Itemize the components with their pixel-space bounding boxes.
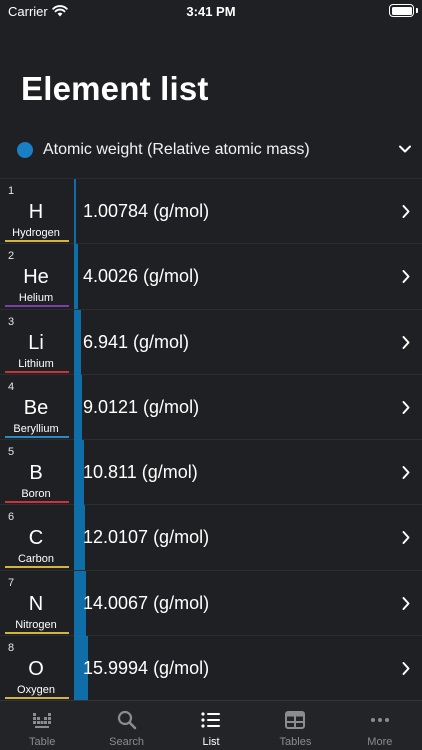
atomic-number: 2 <box>8 250 15 263</box>
more-icon <box>369 709 391 731</box>
chevron-right-icon <box>402 531 410 545</box>
weight-bar <box>74 179 76 244</box>
property-color-dot <box>17 142 33 158</box>
element-symbol-cell: 2 He Helium <box>0 244 72 309</box>
search-icon <box>116 709 138 731</box>
element-symbol: N <box>28 592 44 615</box>
atomic-number: 3 <box>8 315 15 328</box>
category-indicator <box>5 435 69 438</box>
element-row-carbon[interactable]: 6 C Carbon 12.0107 (g/mol) <box>0 505 422 571</box>
category-indicator <box>5 240 69 242</box>
element-symbol-cell: 1 H Hydrogen <box>0 179 72 244</box>
element-list[interactable]: 1 H Hydrogen 1.00784 (g/mol) 2 He Helium 4.0026… <box>0 178 422 700</box>
element-symbol: He <box>23 266 49 289</box>
battery-icon <box>389 4 414 17</box>
status-bar: Carrier 3:41 PM <box>0 0 422 24</box>
chevron-right-icon <box>402 596 410 610</box>
element-row-lithium[interactable]: 3 Li Lithium 6.941 (g/mol) <box>0 309 422 375</box>
atomic-number: 5 <box>8 446 15 459</box>
element-row-boron[interactable]: 5 B Boron 10.811 (g/mol) <box>0 440 422 506</box>
element-value: 6.941 (g/mol) <box>83 331 190 352</box>
element-symbol-cell: 5 B Boron <box>0 440 72 505</box>
element-value: 10.811 (g/mol) <box>83 462 198 483</box>
tab-table[interactable]: Table <box>0 701 84 750</box>
element-row-hydrogen[interactable]: 1 H Hydrogen 1.00784 (g/mol) <box>0 179 422 245</box>
element-name: Hydrogen <box>12 227 60 239</box>
element-symbol-cell: 4 Be Beryllium <box>0 375 72 440</box>
element-symbol-cell: 3 Li Lithium <box>0 310 72 375</box>
element-name: Boron <box>21 488 51 501</box>
element-name: Lithium <box>18 357 54 370</box>
weight-bar <box>74 244 78 310</box>
tab-bar: Table Search List Tables More <box>0 700 422 750</box>
element-value: 9.0121 (g/mol) <box>83 396 200 417</box>
chevron-right-icon <box>402 270 410 284</box>
tab-label: Tables <box>279 736 312 748</box>
element-symbol: B <box>29 462 43 485</box>
element-row-helium[interactable]: 2 He Helium 4.0026 (g/mol) <box>0 244 422 310</box>
tab-label: Search <box>109 736 145 748</box>
element-name: Carbon <box>17 553 55 566</box>
status-time: 3:41 PM <box>186 4 236 19</box>
chevron-right-icon <box>402 205 410 218</box>
element-row-nitrogen[interactable]: 7 N Nitrogen 14.0067 (g/mol) <box>0 570 422 637</box>
element-row-beryllium[interactable]: 4 Be Beryllium 9.0121 (g/mol) <box>0 374 422 441</box>
atomic-number: 4 <box>8 380 15 393</box>
tab-label: Table <box>29 736 56 748</box>
element-value: 15.9994 (g/mol) <box>83 658 210 679</box>
category-indicator <box>5 631 69 634</box>
element-row-oxygen[interactable]: 8 O Oxygen 15.9994 (g/mol) <box>0 636 422 700</box>
weight-bar <box>74 309 81 375</box>
element-name: Helium <box>18 292 54 305</box>
tab-label: More <box>367 736 393 748</box>
atomic-number: 1 <box>8 185 15 197</box>
atomic-number: 6 <box>8 511 15 524</box>
weight-bar <box>74 374 82 440</box>
page-title: Element list <box>21 70 209 107</box>
element-symbol: Li <box>28 331 44 354</box>
chevron-right-icon <box>402 400 410 414</box>
element-symbol: O <box>28 658 44 681</box>
element-symbol: H <box>28 201 44 223</box>
chevron-down-icon <box>399 145 411 153</box>
element-symbol-cell: 6 C Carbon <box>0 505 72 570</box>
element-name: Nitrogen <box>15 618 57 631</box>
category-indicator <box>5 501 69 504</box>
element-name: Beryllium <box>13 422 59 435</box>
tab-label: List <box>202 736 220 748</box>
list-icon <box>200 709 222 731</box>
table-grid-icon <box>284 709 306 731</box>
atomic-number: 8 <box>8 642 15 655</box>
chevron-right-icon <box>402 662 410 676</box>
periodic-table-icon <box>31 709 53 731</box>
element-symbol-cell: 8 O Oxygen <box>0 636 72 700</box>
property-selector[interactable]: Atomic weight (Relative atomic mass) <box>0 130 422 170</box>
element-value: 4.0026 (g/mol) <box>83 266 200 287</box>
element-symbol-cell: 7 N Nitrogen <box>0 571 72 636</box>
element-name: Oxygen <box>17 684 55 697</box>
tab-more[interactable]: More <box>338 701 422 750</box>
category-indicator <box>5 370 69 373</box>
tab-tables[interactable]: Tables <box>253 701 337 750</box>
element-symbol: Be <box>23 396 49 419</box>
chevron-right-icon <box>402 335 410 349</box>
element-value: 12.0107 (g/mol) <box>83 527 210 548</box>
chevron-right-icon <box>402 466 410 480</box>
property-selector-label: Atomic weight (Relative atomic mass) <box>43 141 310 158</box>
category-indicator <box>5 697 69 700</box>
element-value: 1.00784 (g/mol) <box>83 201 210 221</box>
element-symbol: C <box>28 527 44 550</box>
atomic-number: 7 <box>8 576 15 589</box>
category-indicator <box>5 305 69 308</box>
element-value: 14.0067 (g/mol) <box>83 592 210 613</box>
tab-list[interactable]: List <box>169 701 253 750</box>
tab-search[interactable]: Search <box>84 701 168 750</box>
category-indicator <box>5 566 69 569</box>
battery-tip <box>416 8 418 13</box>
